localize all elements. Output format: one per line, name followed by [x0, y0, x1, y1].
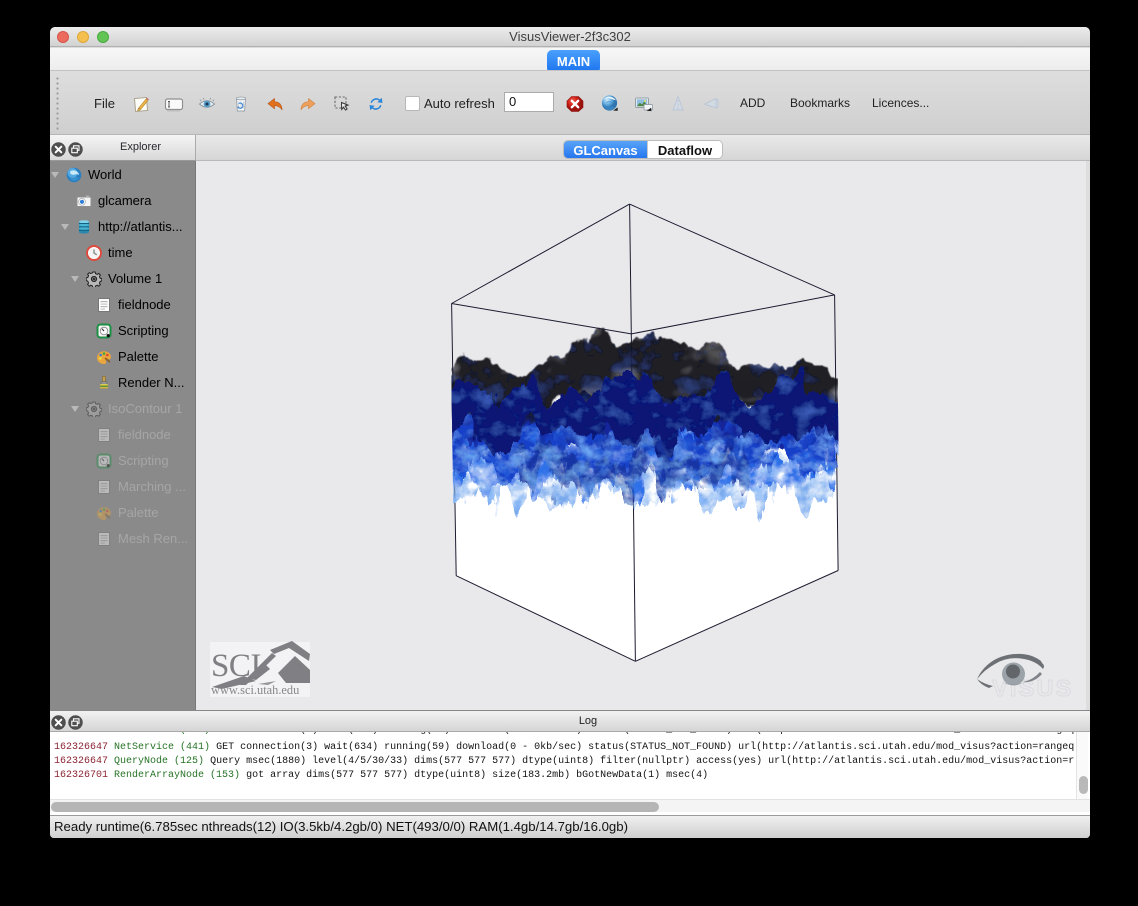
svg-text:www.sci.utah.edu: www.sci.utah.edu: [211, 683, 299, 697]
